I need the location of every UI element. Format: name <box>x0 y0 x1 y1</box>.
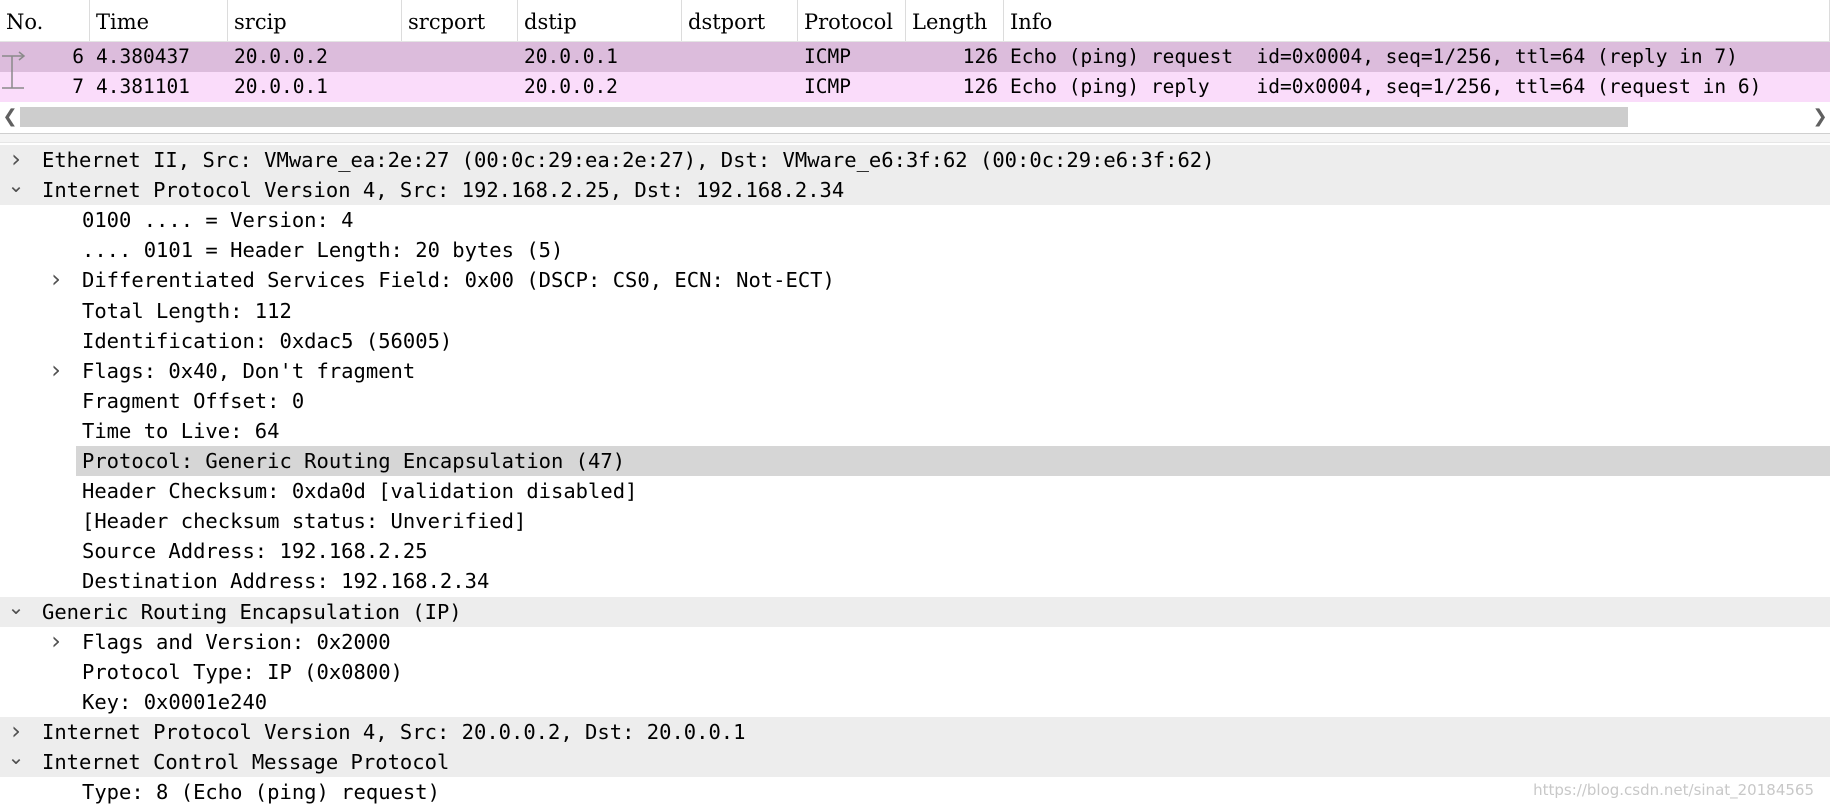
tree-field[interactable]: Fragment Offset: 0 <box>0 386 1830 416</box>
column-length-header[interactable]: Length <box>906 0 1004 41</box>
tree-section[interactable]: ⌄ Internet Protocol Version 4, Src: 192.1… <box>0 175 1830 205</box>
tree-item-label: Differentiated Services Field: 0x00 (DSC… <box>82 268 835 292</box>
tree-field[interactable]: Header Checksum: 0xda0d [validation disa… <box>0 476 1830 506</box>
tree-item-label: Source Address: 192.168.2.25 <box>82 539 428 563</box>
tree-item-label: Flags and Version: 0x2000 <box>82 630 391 654</box>
tree-section[interactable]: › Internet Protocol Version 4, Src: 20.0.… <box>0 717 1830 747</box>
tree-field[interactable]: › Flags and Version: 0x2000 <box>0 627 1830 657</box>
tree-item-label: Generic Routing Encapsulation (IP) <box>42 600 462 624</box>
chevron-left-icon[interactable]: ❮ <box>0 103 20 131</box>
tree-item-label: Destination Address: 192.168.2.34 <box>82 569 490 593</box>
tree-item-label: Internet Protocol Version 4, Src: 192.16… <box>42 178 845 202</box>
cell-time: 4.380437 <box>96 45 190 68</box>
cell-srcip: 20.0.0.2 <box>234 45 328 68</box>
column-protocol-header[interactable]: Protocol <box>798 0 906 41</box>
column-srcport-header[interactable]: srcport <box>402 0 518 41</box>
column-no-header[interactable]: No. <box>0 0 90 41</box>
tree-item-label: Internet Protocol Version 4, Src: 20.0.0… <box>42 720 746 744</box>
cell-protocol: ICMP <box>804 45 851 68</box>
cell-dstip: 20.0.0.1 <box>524 45 618 68</box>
cell-length: 126 <box>962 45 998 68</box>
tree-section[interactable]: › Ethernet II, Src: VMware_ea:2e:27 (00:0… <box>0 145 1830 175</box>
tree-item-label: Protocol Type: IP (0x0800) <box>82 660 403 684</box>
chevron-right-icon[interactable]: › <box>46 627 66 657</box>
watermark: https://blog.csdn.net/sinat_20184565 <box>1533 781 1814 799</box>
tree-item-label: Type: 8 (Echo (ping) request) <box>82 780 440 804</box>
tree-field[interactable]: › Flags: 0x40, Don't fragment <box>0 356 1830 386</box>
cell-length: 126 <box>962 75 998 98</box>
tree-item-label: [Header checksum status: Unverified] <box>82 509 527 533</box>
tree-item-label: Header Checksum: 0xda0d [validation disa… <box>82 479 638 503</box>
packet-row[interactable]: 6 4.380437 20.0.0.2 20.0.0.1 ICMP 126 Echo (pi… <box>0 42 1830 72</box>
tree-item-label: Fragment Offset: 0 <box>82 389 305 413</box>
cell-time: 4.381101 <box>96 75 190 98</box>
tree-item-label: Total Length: 112 <box>82 299 292 323</box>
tree-item-label: Time to Live: 64 <box>82 419 280 443</box>
horizontal-scrollbar[interactable]: ❮ ❯ <box>0 103 1830 131</box>
tree-item-label: .... 0101 = Header Length: 20 bytes (5) <box>82 238 564 262</box>
column-time-header[interactable]: Time <box>90 0 228 41</box>
tree-field[interactable]: Destination Address: 192.168.2.34 <box>0 566 1830 596</box>
column-dstport-header[interactable]: dstport <box>682 0 798 41</box>
tree-field[interactable]: [Header checksum status: Unverified] <box>0 506 1830 536</box>
pane-splitter[interactable] <box>0 133 1830 143</box>
packet-row[interactable]: 7 4.381101 20.0.0.1 20.0.0.2 ICMP 126 Echo (pi… <box>0 72 1830 102</box>
tree-item-label: 0100 .... = Version: 4 <box>82 208 354 232</box>
tree-section[interactable]: ⌄ Internet Control Message Protocol <box>0 747 1830 777</box>
tree-field[interactable]: Protocol: Generic Routing Encapsulation … <box>0 446 1830 476</box>
tree-field[interactable]: 0100 .... = Version: 4 <box>0 205 1830 235</box>
cell-no: 7 <box>72 75 84 98</box>
tree-item-label: Protocol: Generic Routing Encapsulation … <box>82 449 626 473</box>
chevron-right-icon[interactable]: ❯ <box>1810 103 1830 131</box>
cell-info: Echo (ping) reply id=0x0004, seq=1/256, … <box>1010 75 1762 98</box>
request-arrow-icon <box>2 51 26 72</box>
tree-field[interactable]: Identification: 0xdac5 (56005) <box>0 326 1830 356</box>
cell-no: 6 <box>72 45 84 68</box>
column-dstip-header[interactable]: dstip <box>518 0 682 41</box>
tree-field[interactable]: .... 0101 = Header Length: 20 bytes (5) <box>0 235 1830 265</box>
cell-srcip: 20.0.0.1 <box>234 75 328 98</box>
tree-field[interactable]: Time to Live: 64 <box>0 416 1830 446</box>
tree-field[interactable]: Source Address: 192.168.2.25 <box>0 536 1830 566</box>
cell-dstip: 20.0.0.2 <box>524 75 618 98</box>
tree-item-label: Internet Control Message Protocol <box>42 750 450 774</box>
tree-field[interactable]: › Differentiated Services Field: 0x00 (DS… <box>0 265 1830 295</box>
tree-item-label: Identification: 0xdac5 (56005) <box>82 329 453 353</box>
tree-field[interactable]: Total Length: 112 <box>0 296 1830 326</box>
tree-field[interactable]: Key: 0x0001e240 <box>0 687 1830 717</box>
tree-section[interactable]: ⌄ Generic Routing Encapsulation (IP) <box>0 597 1830 627</box>
column-srcip-header[interactable]: srcip <box>228 0 402 41</box>
chevron-down-icon[interactable]: ⌄ <box>6 597 26 627</box>
packet-list-header: No. Time srcip srcport dstip dstport Protocol L… <box>0 0 1830 42</box>
tree-item-label: Ethernet II, Src: VMware_ea:2e:27 (00:0c… <box>42 148 1215 172</box>
cell-protocol: ICMP <box>804 75 851 98</box>
reply-link-icon <box>2 72 24 89</box>
chevron-down-icon[interactable]: ⌄ <box>6 175 26 205</box>
tree-item-label: Flags: 0x40, Don't fragment <box>82 359 416 383</box>
chevron-right-icon[interactable]: › <box>46 265 66 295</box>
chevron-down-icon[interactable]: ⌄ <box>6 747 26 777</box>
chevron-right-icon[interactable]: › <box>6 145 26 175</box>
chevron-right-icon[interactable]: › <box>6 717 26 747</box>
column-info-header[interactable]: Info <box>1004 0 1830 41</box>
chevron-right-icon[interactable]: › <box>46 356 66 386</box>
tree-item-label: Key: 0x0001e240 <box>82 690 268 714</box>
cell-info: Echo (ping) request id=0x0004, seq=1/256… <box>1010 45 1738 68</box>
scrollbar-thumb[interactable] <box>20 107 1628 127</box>
tree-field[interactable]: Protocol Type: IP (0x0800) <box>0 657 1830 687</box>
